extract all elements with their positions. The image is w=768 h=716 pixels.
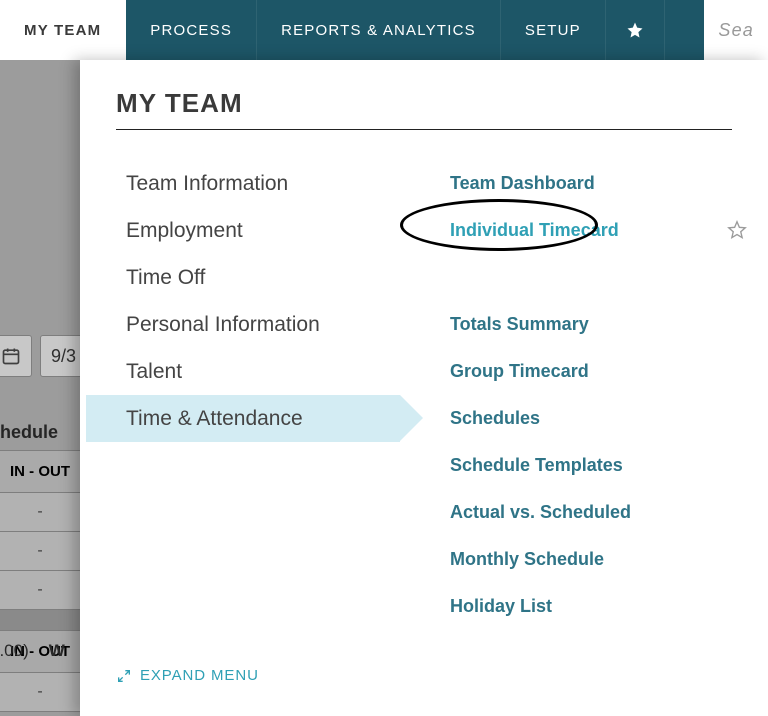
- tab-favorites[interactable]: [606, 0, 665, 60]
- top-navbar: MY TEAM PROCESS REPORTS & ANALYTICS SETU…: [0, 0, 768, 60]
- category-time-off[interactable]: Time Off: [86, 254, 400, 301]
- tab-my-team[interactable]: MY TEAM: [0, 0, 126, 60]
- mega-links: Team Dashboard Individual Timecard Total…: [400, 160, 768, 630]
- link-monthly-schedule[interactable]: Monthly Schedule: [420, 536, 768, 583]
- star-icon: [626, 21, 644, 39]
- expand-menu-button[interactable]: EXPAND MENU: [116, 667, 259, 684]
- tab-reports-analytics[interactable]: REPORTS & ANALYTICS: [257, 0, 501, 60]
- expand-icon: [116, 668, 132, 684]
- mega-menu: MY TEAM Team Information Employment Time…: [80, 60, 768, 716]
- mega-menu-title: MY TEAM: [116, 88, 768, 119]
- link-spacer: [420, 254, 768, 301]
- tab-setup[interactable]: SETUP: [501, 0, 606, 60]
- link-holiday-list[interactable]: Holiday List: [420, 583, 768, 630]
- star-outline-icon[interactable]: [726, 219, 748, 241]
- category-team-information[interactable]: Team Information: [86, 160, 400, 207]
- link-label: Individual Timecard: [450, 220, 619, 241]
- link-schedules[interactable]: Schedules: [420, 395, 768, 442]
- link-schedule-templates[interactable]: Schedule Templates: [420, 442, 768, 489]
- tab-process[interactable]: PROCESS: [126, 0, 257, 60]
- category-personal-information[interactable]: Personal Information: [86, 301, 400, 348]
- category-employment[interactable]: Employment: [86, 207, 400, 254]
- link-individual-timecard[interactable]: Individual Timecard: [420, 207, 768, 254]
- link-actual-vs-scheduled[interactable]: Actual vs. Scheduled: [420, 489, 768, 536]
- search-input[interactable]: Sea: [704, 0, 768, 60]
- mega-categories: Team Information Employment Time Off Per…: [80, 160, 400, 630]
- link-totals-summary[interactable]: Totals Summary: [420, 301, 768, 348]
- category-time-attendance[interactable]: Time & Attendance: [86, 395, 400, 442]
- link-group-timecard[interactable]: Group Timecard: [420, 348, 768, 395]
- link-team-dashboard[interactable]: Team Dashboard: [420, 160, 768, 207]
- expand-menu-label: EXPAND MENU: [140, 667, 259, 684]
- category-talent[interactable]: Talent: [86, 348, 400, 395]
